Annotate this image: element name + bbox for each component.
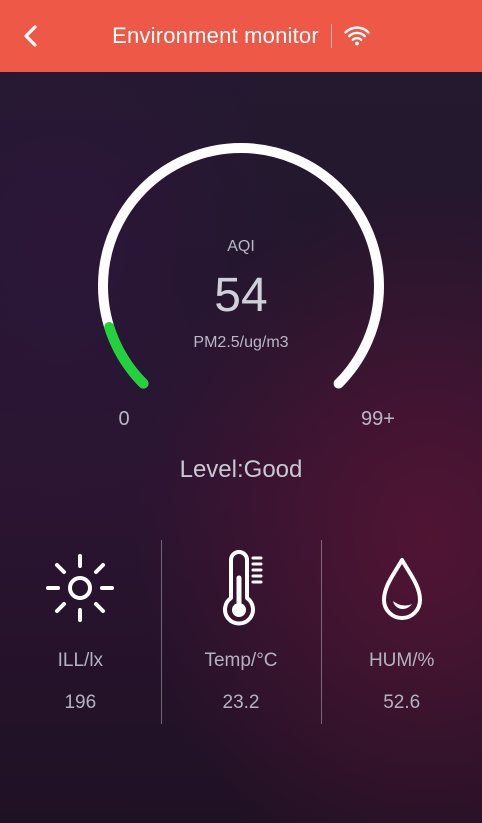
gauge-min-label: 0 [118, 408, 130, 430]
sensor-value: 196 [64, 692, 97, 713]
sensor-value: 52.6 [383, 692, 421, 713]
aqi-gauge: AQI 54 PM2.5/ug/m3 0 99+ Level:Good [0, 72, 482, 512]
sensor-panel: ILL/lx 196 Temp/°C 23.2 HUM/% 52.6 [0, 530, 482, 730]
thermometer-icon [223, 550, 263, 626]
header-bar: Environment monitor [0, 0, 482, 72]
wifi-icon[interactable] [344, 26, 370, 46]
sensor-label: HUM/% [368, 650, 435, 671]
sensor-label: ILL/lx [57, 650, 104, 671]
aqi-label: AQI [227, 238, 255, 255]
aqi-unit: PM2.5/ug/m3 [193, 334, 289, 351]
sensor-label: Temp/°C [204, 650, 278, 671]
aqi-value: 54 [214, 269, 268, 322]
title-divider [330, 24, 332, 48]
page-title: Environment monitor [112, 23, 319, 48]
air-quality-level: Level:Good [179, 456, 303, 483]
sensor-value: 23.2 [222, 692, 260, 713]
sensor-temperature: Temp/°C 23.2 [160, 530, 322, 730]
sensor-illuminance: ILL/lx 196 [0, 530, 161, 730]
gauge-max-label: 99+ [361, 408, 395, 430]
header-title-group: Environment monitor [0, 0, 482, 72]
sensor-humidity: HUM/% 52.6 [321, 530, 482, 730]
phone-screen: Environment monitor AQI 54 PM2.5/ug/m3 0… [0, 0, 482, 823]
water-drop-icon [381, 558, 422, 620]
sun-icon [46, 554, 115, 622]
